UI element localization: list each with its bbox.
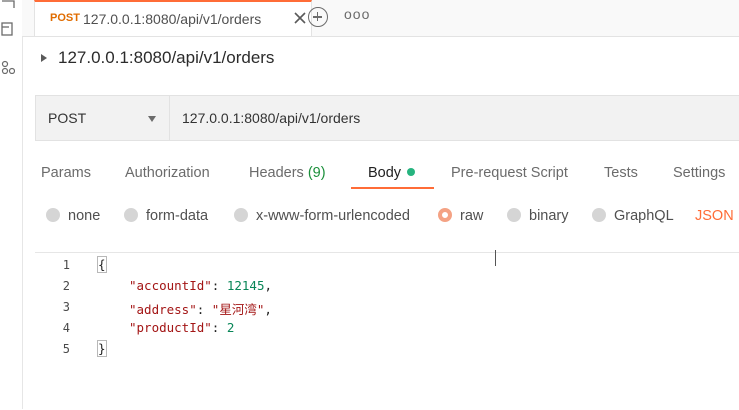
editor-gutter: 1 2 3 4 5	[35, 253, 93, 410]
radio-none-label: none	[68, 208, 101, 224]
expand-arrow-icon[interactable]	[41, 54, 47, 62]
radio-raw-label: raw	[460, 208, 484, 224]
tab-method-label: POST	[50, 12, 80, 24]
body-editor[interactable]: 1 2 3 4 5 { "accountId": 12145, "address…	[35, 252, 739, 410]
body-format-select[interactable]: JSON	[695, 208, 734, 224]
line-number: 2	[62, 279, 70, 293]
close-tab-icon[interactable]	[293, 11, 307, 25]
line-number: 1	[62, 258, 70, 272]
line-number: 3	[62, 300, 70, 314]
code-close-brace: }	[97, 340, 107, 357]
headers-count-badge: (9)	[307, 165, 326, 181]
json-key: "accountId"	[129, 278, 212, 293]
radio-selected-icon	[438, 208, 452, 222]
http-method-value: POST	[48, 110, 87, 126]
radio-binary-label: binary	[529, 208, 569, 224]
code-open-brace: {	[97, 256, 107, 273]
tab-settings[interactable]: Settings	[673, 165, 725, 181]
radio-binary[interactable]: binary	[507, 208, 569, 224]
tab-tests[interactable]: Tests	[604, 165, 638, 181]
tab-title: 127.0.0.1:8080/api/v1/orders	[83, 11, 262, 27]
tab-body-label: Body	[368, 165, 402, 181]
radio-circle-icon	[124, 208, 138, 222]
tab-authorization[interactable]: Authorization	[125, 165, 210, 181]
json-comma: ,	[264, 302, 272, 317]
collection-icon[interactable]	[1, 22, 15, 36]
line-number: 4	[62, 321, 70, 335]
tab-params[interactable]: Params	[41, 165, 91, 181]
code-line: "productId": 2	[129, 320, 235, 335]
json-value: 2	[226, 320, 235, 335]
apis-icon[interactable]	[1, 60, 15, 74]
line-number: 5	[62, 342, 70, 356]
radio-circle-icon	[507, 208, 521, 222]
radio-graphql-label: GraphQL	[614, 208, 674, 224]
request-tab-bar: POST 127.0.0.1:8080/api/v1/orders ooo	[22, 0, 739, 37]
json-key: "productId"	[129, 320, 212, 335]
tab-pre-request-script[interactable]: Pre-request Script	[451, 165, 568, 181]
json-value: "星河湾"	[211, 302, 265, 317]
more-tabs-icon[interactable]: ooo	[344, 6, 370, 22]
radio-raw[interactable]: raw	[438, 208, 483, 224]
radio-circle-icon	[46, 208, 60, 222]
new-tab-button[interactable]	[308, 7, 328, 27]
chevron-down-icon	[148, 116, 156, 122]
url-input[interactable]: 127.0.0.1:8080/api/v1/orders	[170, 95, 739, 141]
url-value: 127.0.0.1:8080/api/v1/orders	[182, 110, 361, 126]
radio-urlencoded-label: x-www-form-urlencoded	[256, 208, 410, 224]
http-method-select[interactable]: POST	[35, 95, 170, 141]
left-sidebar-rail	[0, 0, 23, 409]
request-tab[interactable]: POST 127.0.0.1:8080/api/v1/orders	[34, 0, 312, 36]
active-tab-underline	[351, 187, 434, 189]
radio-graphql[interactable]: GraphQL	[592, 208, 674, 224]
radio-form-data[interactable]: form-data	[124, 208, 208, 224]
code-line: "address": "星河湾",	[129, 302, 272, 317]
json-comma: ,	[264, 278, 273, 293]
tab-headers-label: Headers	[249, 165, 304, 181]
radio-circle-icon	[592, 208, 606, 222]
radio-circle-icon	[234, 208, 248, 222]
history-icon[interactable]	[1, 0, 15, 14]
request-name-title[interactable]: 127.0.0.1:8080/api/v1/orders	[58, 48, 274, 68]
radio-none[interactable]: none	[46, 208, 100, 224]
code-line: "accountId": 12145,	[129, 278, 273, 293]
body-indicator-dot	[407, 168, 416, 176]
tab-headers[interactable]: Headers (9)	[249, 165, 326, 181]
radio-form-data-label: form-data	[146, 208, 209, 224]
text-cursor-icon	[495, 250, 496, 266]
radio-urlencoded[interactable]: x-www-form-urlencoded	[234, 208, 410, 224]
json-key: "address"	[129, 302, 197, 317]
tab-body[interactable]: Body	[368, 165, 416, 181]
json-value: 12145	[226, 278, 265, 293]
